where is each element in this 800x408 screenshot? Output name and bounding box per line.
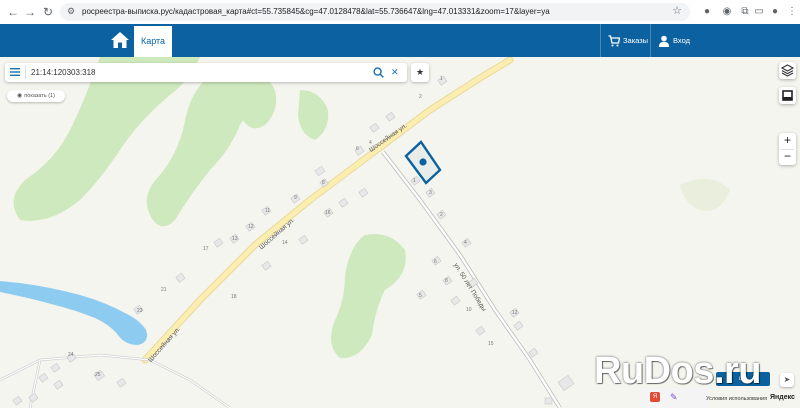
layers-icon (780, 64, 795, 77)
yandex-promo: Я ✎ (640, 388, 708, 408)
house-number: 23 (137, 308, 143, 314)
divider (781, 149, 794, 150)
house-number: 17 (203, 246, 209, 252)
show-button-label: показать (1) (24, 93, 55, 99)
house-number: 21 (161, 287, 167, 293)
house-number: 13 (232, 236, 238, 242)
extension-icon[interactable]: ● (700, 5, 714, 19)
orders-button[interactable]: Заказы (600, 24, 648, 57)
favorite-star-button[interactable]: ★ (411, 63, 429, 82)
site-settings-icon[interactable]: ⚙ (67, 6, 77, 16)
house-number: 4 (369, 140, 372, 146)
house-number: 24 (68, 352, 74, 358)
yandex-logo: Яндекс (770, 394, 795, 401)
house-number: 9 (294, 195, 297, 201)
house-number: 14 (282, 240, 288, 246)
house-number: 11 (265, 208, 271, 214)
zoom-out-button[interactable]: − (779, 149, 796, 165)
house-number: 12 (512, 310, 518, 316)
house-number: 1 (440, 76, 443, 82)
layers-button[interactable] (779, 62, 796, 79)
cadastral-search-bar: ✕ (5, 63, 407, 82)
zoom-control: + − (779, 133, 796, 165)
zoom-in-button[interactable]: + (779, 133, 796, 149)
user-icon (658, 35, 670, 47)
address-bar[interactable]: ⚙ росреестра-выписка.рус/кадастровая_кар… (60, 3, 690, 21)
house-number: 25 (95, 372, 101, 378)
bookmark-star-icon[interactable]: ☆ (672, 4, 682, 17)
tab-map[interactable]: Карта (134, 24, 172, 57)
house-number: 3 (429, 190, 432, 196)
search-input[interactable] (31, 65, 351, 80)
house-number: 15 (488, 341, 494, 347)
square-icon (782, 90, 793, 101)
browser-toolbar: ← → ↻ ⚙ росреестра-выписка.рус/кадастров… (0, 0, 800, 25)
divider (25, 66, 26, 79)
house-number: 18 (231, 294, 237, 300)
house-number: 8 (445, 278, 448, 284)
reload-icon[interactable]: ↻ (40, 4, 56, 20)
yandex-app-icon[interactable]: Я (650, 392, 660, 402)
sidebar-icon[interactable]: ▭ (752, 5, 766, 19)
house-number: 16 (325, 210, 331, 216)
menu-icon[interactable] (10, 67, 20, 77)
star-icon: ★ (415, 67, 425, 77)
house-number: 10 (466, 307, 472, 313)
house-number: 8 (322, 180, 325, 186)
house-number: 6 (434, 259, 437, 265)
puzzle-icon[interactable]: ⧉ (738, 5, 752, 19)
url-text[interactable]: росреестра-выписка.рус/кадастровая_карта… (82, 5, 550, 19)
extension-icon[interactable]: ◉ (720, 5, 734, 19)
pencil-icon[interactable]: ✎ (670, 392, 680, 402)
navigation-arrow-icon[interactable]: ➤ (780, 373, 794, 387)
house-number: 2 (440, 212, 443, 218)
forward-icon[interactable]: → (22, 4, 38, 20)
show-button[interactable]: ◉ показать (1) (7, 90, 65, 102)
house-number: 4 (464, 240, 467, 246)
orders-label: Заказы (623, 36, 649, 45)
search-icon[interactable] (373, 67, 384, 78)
house-number: 1 (413, 178, 416, 184)
login-label: Вход (673, 36, 690, 45)
menu-dots-icon[interactable]: ⋮ (785, 5, 799, 19)
login-button[interactable]: Вход (650, 24, 690, 57)
cart-icon (608, 35, 620, 47)
close-icon[interactable]: ✕ (391, 66, 399, 78)
home-icon[interactable] (110, 30, 130, 50)
house-number: 5 (419, 293, 422, 299)
watermark-text: RuDos.ru (594, 350, 762, 392)
back-icon[interactable]: ← (5, 4, 21, 20)
map-type-button[interactable] (779, 87, 796, 104)
profile-icon[interactable]: ● (768, 5, 782, 19)
house-number: 12 (248, 224, 254, 230)
house-number: 6 (356, 146, 359, 152)
house-number: 2 (419, 94, 422, 100)
parcel-marker (419, 158, 427, 166)
tab-map-label: Карта (140, 36, 166, 46)
eye-icon: ◉ (17, 93, 23, 99)
terms-link[interactable]: Условия использования (706, 396, 767, 402)
